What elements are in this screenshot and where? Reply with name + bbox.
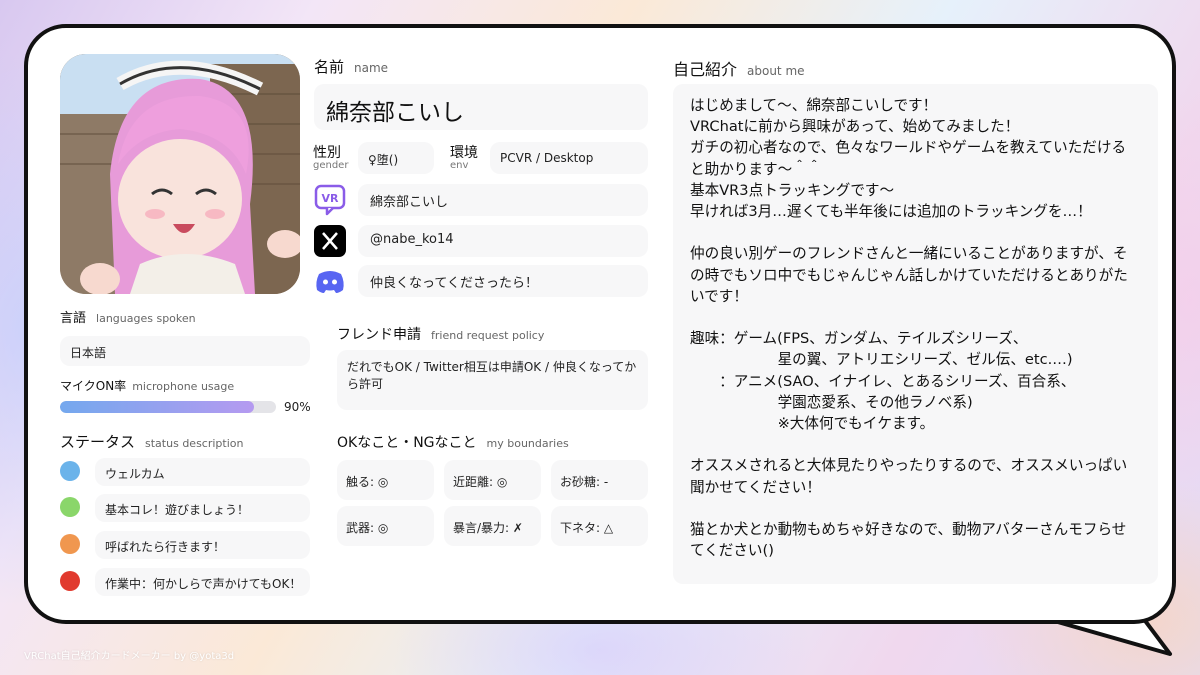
- friend-request-label-en: friend request policy: [431, 329, 545, 342]
- env-label-jp: 環境: [450, 145, 478, 161]
- languages-label-en: languages spoken: [96, 312, 196, 325]
- gender-label-jp: 性別: [313, 145, 341, 161]
- languages-section-title: 言語 languages spoken: [60, 307, 196, 326]
- status-label: ステータス: [60, 433, 136, 451]
- microphone-label: マイクON率: [60, 379, 127, 393]
- discord-icon: [316, 271, 344, 293]
- status-item-text: 作業中：何かしらで声かけてもOK！: [105, 577, 302, 591]
- status-item-box: ウェルカム: [95, 458, 310, 486]
- boundary-item: 暴言/暴力: ✗: [444, 506, 541, 546]
- gender-value: ♀堕(): [368, 153, 399, 167]
- about-section-title: 自己紹介 about me: [673, 56, 805, 80]
- boundary-item: 下ネタ: △: [551, 506, 648, 546]
- env-value: PCVR / Desktop: [500, 151, 594, 165]
- microphone-section-title: マイクON率 microphone usage: [60, 377, 234, 394]
- microphone-value: 90%: [284, 400, 311, 414]
- boundary-item-text: 下ネタ: △: [560, 521, 614, 535]
- boundary-item-text: 武器: ◎: [346, 521, 389, 535]
- status-item-box: 基本コレ！遊びましょう！: [95, 494, 310, 522]
- svg-text:VR: VR: [322, 192, 340, 205]
- status-item-box: 呼ばれたら行きます！: [95, 531, 310, 559]
- status-color-dot: [60, 571, 80, 591]
- friend-request-label: フレンド申請: [337, 327, 421, 343]
- x-account-box: @nabe_ko14: [358, 225, 648, 257]
- name-label-en: name: [354, 61, 389, 75]
- gender-box: ♀堕(): [358, 142, 434, 174]
- boundary-item-text: 近距離: ◎: [453, 475, 508, 489]
- status-item-box: 作業中：何かしらで声かけてもOK！: [95, 568, 310, 596]
- vrchat-icon: VR: [314, 184, 346, 216]
- env-label: 環境 env: [450, 142, 478, 171]
- gender-label-en: gender: [313, 160, 349, 171]
- footer-credit: VRChat自己紹介カードメーカー by @yota3d: [24, 651, 235, 662]
- friend-request-value: だれでもOK / Twitter相互は申請OK / 仲良くなってから許可: [347, 360, 637, 391]
- env-box: PCVR / Desktop: [490, 142, 648, 174]
- boundary-item-text: 触る: ◎: [346, 475, 389, 489]
- languages-value: 日本語: [70, 346, 107, 360]
- name-label: 名前: [314, 58, 345, 76]
- boundaries-label-en: my boundaries: [486, 437, 569, 450]
- avatar: [60, 54, 300, 294]
- discord-account-box: 仲良くなってくださったら！: [358, 265, 648, 297]
- microphone-label-en: microphone usage: [132, 380, 235, 393]
- name-value: 綿奈部こいし: [326, 100, 464, 126]
- status-item-text: 基本コレ！遊びましょう！: [105, 503, 250, 517]
- status-color-dot: [60, 534, 80, 554]
- languages-label: 言語: [60, 311, 87, 326]
- microphone-bar-fill: [60, 401, 255, 413]
- boundary-item-text: 暴言/暴力: ✗: [453, 521, 523, 535]
- status-color-dot: [60, 461, 80, 481]
- boundary-item: 触る: ◎: [337, 460, 434, 500]
- status-section-title: ステータス status description: [60, 431, 243, 452]
- status-color-dot: [60, 497, 80, 517]
- languages-box: 日本語: [60, 336, 310, 366]
- x-account-value: @nabe_ko14: [370, 232, 454, 247]
- about-label: 自己紹介: [673, 60, 738, 79]
- x-icon: [314, 225, 346, 257]
- name-box: 綿奈部こいし: [314, 84, 648, 130]
- boundary-item-text: お砂糖: -: [560, 475, 609, 489]
- friend-request-section-title: フレンド申請 friend request policy: [337, 324, 544, 344]
- name-section-title: 名前 name: [314, 56, 388, 77]
- boundary-item: 近距離: ◎: [444, 460, 541, 500]
- vrchat-account-box: 綿奈部こいし: [358, 184, 648, 216]
- gender-label: 性別 gender: [313, 142, 348, 171]
- discord-account-value: 仲良くなってくださったら！: [370, 276, 538, 291]
- boundary-item: 武器: ◎: [337, 506, 434, 546]
- status-item-text: ウェルカム: [105, 467, 165, 481]
- boundary-item: お砂糖: -: [551, 460, 648, 500]
- friend-request-box: だれでもOK / Twitter相互は申請OK / 仲良くなってから許可: [337, 350, 648, 410]
- about-label-en: about me: [747, 64, 805, 78]
- boundaries-label: OKなこと・NGなこと: [337, 435, 477, 451]
- about-text: はじめまして〜、綿奈部こいしです！ VRChatに前から興味があって、始めてみま…: [690, 97, 1128, 560]
- status-label-en: status description: [145, 437, 244, 450]
- microphone-bar-track: [60, 401, 276, 413]
- status-item-text: 呼ばれたら行きます！: [105, 540, 226, 554]
- boundaries-section-title: OKなこと・NGなこと my boundaries: [337, 432, 569, 452]
- vrchat-account-value: 綿奈部こいし: [370, 195, 449, 210]
